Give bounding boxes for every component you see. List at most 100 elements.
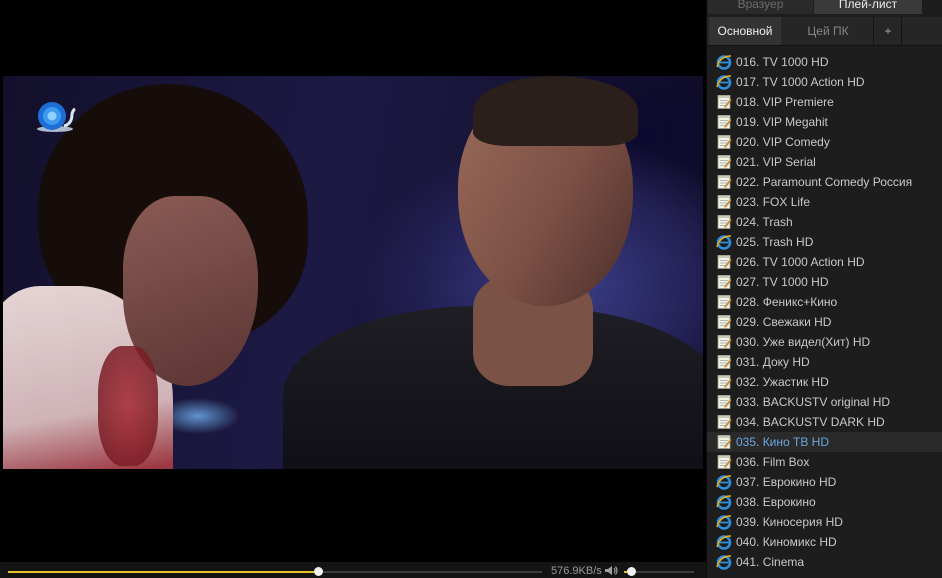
snail-logo-icon: [37, 102, 76, 132]
note-icon: [716, 314, 732, 330]
playlist-item[interactable]: 032. Ужастик HD: [707, 372, 942, 392]
note-icon: [716, 214, 732, 230]
note-icon: [716, 374, 732, 390]
note-icon: [716, 174, 732, 190]
playlist-item[interactable]: 041. Cinema: [707, 552, 942, 572]
playlist-item[interactable]: 039. Киносерия HD: [707, 512, 942, 532]
control-bar: 576.9KB/s: [0, 562, 706, 578]
playlist-item[interactable]: 018. VIP Premiere: [707, 92, 942, 112]
playlist-item[interactable]: 040. Киномикс HD: [707, 532, 942, 552]
ie-icon: [716, 234, 732, 250]
playlist-item[interactable]: 037. Еврокино HD: [707, 472, 942, 492]
ie-icon: [716, 474, 732, 490]
playlist-item-label: 033. BACKUSTV original HD: [736, 395, 891, 409]
playlist-item-label: 038. Еврокино: [736, 495, 816, 509]
note-icon: [716, 414, 732, 430]
playlist-item[interactable]: 035. Кино ТВ HD: [707, 432, 942, 452]
playlist-item-label: 028. Феникс+Кино: [736, 295, 838, 309]
note-icon: [716, 294, 732, 310]
playlist-item-label: 030. Уже видел(Хит) HD: [736, 335, 871, 349]
note-icon: [716, 394, 732, 410]
panel-tabs: Вразуер Плей-лист: [707, 0, 942, 14]
playlist-item[interactable]: 022. Paramount Comedy Россия: [707, 172, 942, 192]
playlist-item-label: 024. Trash: [736, 215, 793, 229]
playlist-item[interactable]: 036. Film Box: [707, 452, 942, 472]
playlist-item-label: 025. Trash HD: [736, 235, 814, 249]
playlist-item[interactable]: 030. Уже видел(Хит) HD: [707, 332, 942, 352]
playlist-item[interactable]: 023. FOX Life: [707, 192, 942, 212]
download-speed: 576.9KB/s: [551, 565, 602, 577]
playlist-item[interactable]: 031. Доку HD: [707, 352, 942, 372]
note-icon: [716, 434, 732, 450]
playlist-item[interactable]: 016. TV 1000 HD: [707, 52, 942, 72]
playlist-item-label: 035. Кино ТВ HD: [736, 435, 830, 449]
note-icon: [716, 114, 732, 130]
seek-bar-handle[interactable]: [313, 567, 323, 576]
playlist-item-label: 018. VIP Premiere: [736, 95, 834, 109]
playlist-item[interactable]: 029. Свежаки HD: [707, 312, 942, 332]
playlist-item-label: 034. BACKUSTV DARK HD: [736, 415, 885, 429]
playlist-item-label: 017. TV 1000 Action HD: [736, 75, 865, 89]
ie-icon: [716, 74, 732, 90]
playlist-item-label: 023. FOX Life: [736, 195, 811, 209]
playlist-item-label: 040. Киномикс HD: [736, 535, 837, 549]
playlist-sub-tabs: Основной Цей ПК +: [707, 17, 942, 46]
ie-icon: [716, 54, 732, 70]
sub-tab-main[interactable]: Основной: [709, 17, 781, 45]
playlist-item-label: 022. Paramount Comedy Россия: [736, 175, 913, 189]
playlist-item-label: 020. VIP Comedy: [736, 135, 830, 149]
playlist-item-label: 032. Ужастик HD: [736, 375, 829, 389]
playlist-item[interactable]: 021. VIP Serial: [707, 152, 942, 172]
playlist-panel: Вразуер Плей-лист Основной Цей ПК + 016.…: [706, 0, 942, 578]
playlist-item[interactable]: 027. TV 1000 HD: [707, 272, 942, 292]
playlist-item[interactable]: 017. TV 1000 Action HD: [707, 72, 942, 92]
note-icon: [716, 254, 732, 270]
playlist-item-label: 039. Киносерия HD: [736, 515, 843, 529]
note-icon: [716, 454, 732, 470]
video-area[interactable]: 576.9KB/s: [0, 0, 706, 578]
note-icon: [716, 274, 732, 290]
playlist-item[interactable]: 034. BACKUSTV DARK HD: [707, 412, 942, 432]
note-icon: [716, 154, 732, 170]
playlist-item-label: 029. Свежаки HD: [736, 315, 832, 329]
note-icon: [716, 334, 732, 350]
ie-icon: [716, 534, 732, 550]
tab-playlist[interactable]: Плей-лист: [814, 0, 922, 14]
playlist-item-label: 036. Film Box: [736, 455, 810, 469]
ie-icon: [716, 554, 732, 570]
ie-icon: [716, 514, 732, 530]
video-figure-right-hair: [473, 76, 638, 146]
playlist-list: 016. TV 1000 HD 017. TV 1000 Action HD 018…: [707, 52, 942, 572]
volume-slider[interactable]: [624, 567, 694, 576]
playlist-item[interactable]: 038. Еврокино: [707, 492, 942, 512]
volume-slider-handle[interactable]: [627, 567, 636, 576]
playlist-item[interactable]: 028. Феникс+Кино: [707, 292, 942, 312]
playlist-item-label: 026. TV 1000 Action HD: [736, 255, 865, 269]
seek-bar-fill: [8, 571, 318, 573]
tab-browser[interactable]: Вразуер: [708, 0, 813, 14]
sub-tab-this-pc[interactable]: Цей ПК: [783, 17, 874, 45]
playlist-item[interactable]: 020. VIP Comedy: [707, 132, 942, 152]
note-icon: [716, 194, 732, 210]
note-icon: [716, 354, 732, 370]
playlist-item[interactable]: 033. BACKUSTV original HD: [707, 392, 942, 412]
note-icon: [716, 134, 732, 150]
playlist-item[interactable]: 019. VIP Megahit: [707, 112, 942, 132]
playlist-item-label: 016. TV 1000 HD: [736, 55, 829, 69]
video-figure-left-stain: [98, 346, 158, 466]
playlist-item-label: 021. VIP Serial: [736, 155, 816, 169]
playlist-item[interactable]: 025. Trash HD: [707, 232, 942, 252]
video-frame[interactable]: [3, 76, 703, 469]
ie-icon: [716, 494, 732, 510]
speaker-icon[interactable]: [604, 565, 618, 576]
playlist-item-label: 031. Доку HD: [736, 355, 810, 369]
playlist-item-label: 037. Еврокино HD: [736, 475, 837, 489]
playlist-item-label: 041. Cinema: [736, 555, 805, 569]
seek-bar[interactable]: [8, 567, 542, 576]
note-icon: [716, 94, 732, 110]
playlist-item-label: 027. TV 1000 HD: [736, 275, 829, 289]
playlist-item-label: 019. VIP Megahit: [736, 115, 828, 129]
add-tab-button[interactable]: +: [875, 17, 902, 45]
playlist-item[interactable]: 026. TV 1000 Action HD: [707, 252, 942, 272]
playlist-item[interactable]: 024. Trash: [707, 212, 942, 232]
